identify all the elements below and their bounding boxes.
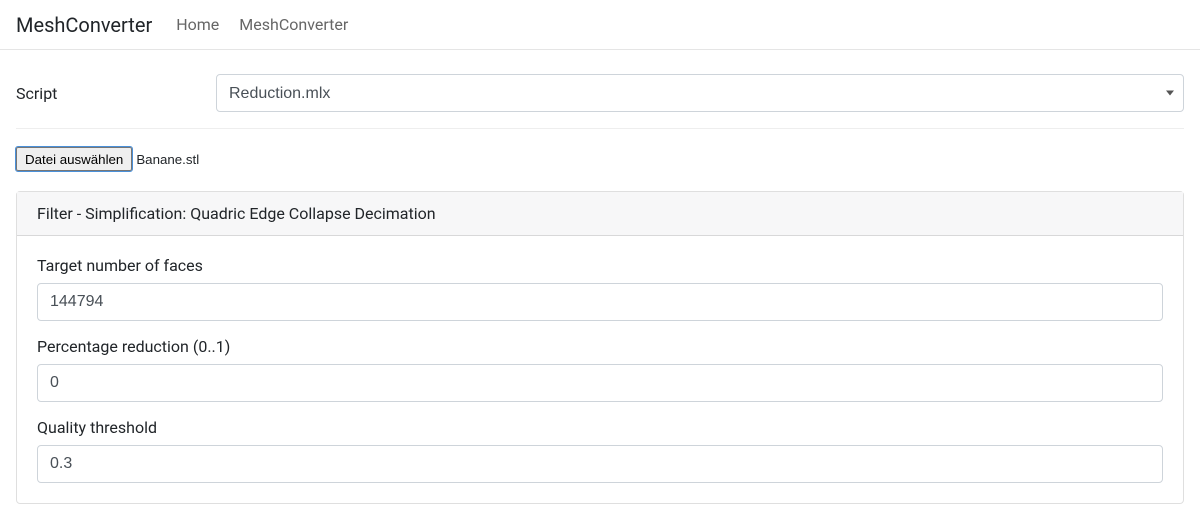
navbar: MeshConverter Home MeshConverter: [0, 0, 1200, 50]
form-group-percentage-reduction: Percentage reduction (0..1): [37, 337, 1163, 402]
form-group-target-faces: Target number of faces: [37, 256, 1163, 321]
script-input-col: Reduction.mlx: [216, 74, 1184, 112]
script-label: Script: [16, 84, 216, 103]
script-select[interactable]: Reduction.mlx: [216, 74, 1184, 112]
form-group-quality-threshold: Quality threshold: [37, 418, 1163, 483]
nav-link-home[interactable]: Home: [176, 15, 219, 34]
brand-link[interactable]: MeshConverter: [16, 13, 152, 37]
input-quality-threshold[interactable]: [37, 445, 1163, 483]
script-select-wrapper: Reduction.mlx: [216, 74, 1184, 112]
file-chooser-row: Datei auswählen Banane.stl: [16, 129, 1184, 185]
label-percentage-reduction: Percentage reduction (0..1): [37, 337, 1163, 356]
input-percentage-reduction[interactable]: [37, 364, 1163, 402]
label-target-faces: Target number of faces: [37, 256, 1163, 275]
nav-link-meshconverter[interactable]: MeshConverter: [239, 15, 348, 34]
filter-card-body: Target number of faces Percentage reduct…: [17, 236, 1183, 503]
file-name-label: Banane.stl: [136, 152, 199, 167]
filter-card: Filter - Simplification: Quadric Edge Co…: [16, 191, 1184, 504]
input-target-faces[interactable]: [37, 283, 1163, 321]
filter-card-header: Filter - Simplification: Quadric Edge Co…: [17, 192, 1183, 236]
label-quality-threshold: Quality threshold: [37, 418, 1163, 437]
main-container: Script Reduction.mlx Datei auswählen Ban…: [0, 50, 1200, 504]
script-row: Script Reduction.mlx: [16, 66, 1184, 129]
file-choose-button[interactable]: Datei auswählen: [16, 147, 132, 171]
